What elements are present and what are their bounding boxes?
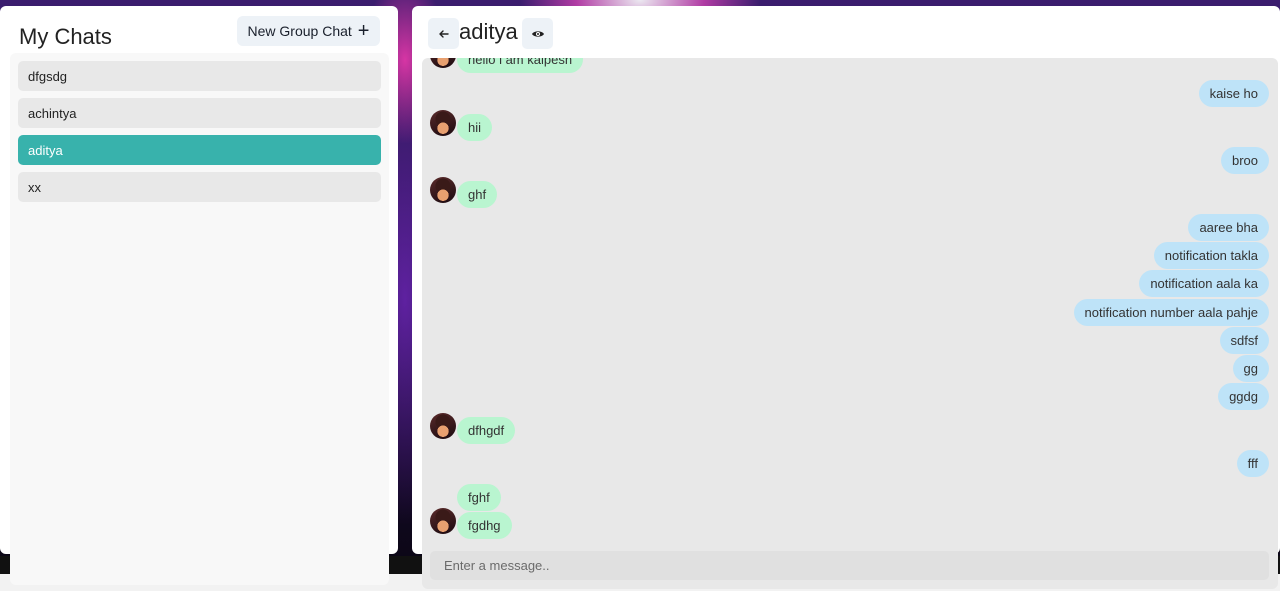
chat-list-item[interactable]: dfgsdg — [18, 61, 381, 91]
chat-list: dfgsdg achintya aditya xx — [10, 53, 389, 585]
back-button[interactable] — [428, 18, 459, 49]
view-profile-button[interactable] — [522, 18, 553, 49]
message-row: broo — [422, 147, 1278, 174]
message-row: fgdhg — [422, 508, 1278, 539]
new-group-chat-button[interactable]: New Group Chat + — [237, 16, 380, 46]
sender-avatar[interactable] — [430, 110, 456, 136]
new-group-chat-label: New Group Chat — [247, 23, 352, 39]
sent-message-bubble: notification takla — [1153, 242, 1269, 269]
received-message-bubble: ghf — [457, 181, 498, 208]
sent-message-bubble: notification aala ka — [1139, 270, 1269, 297]
chat-list-item[interactable]: xx — [18, 172, 381, 202]
message-row: ggdg — [422, 383, 1278, 410]
arrow-left-icon — [438, 29, 449, 38]
sender-avatar[interactable] — [430, 413, 456, 439]
chat-title: aditya — [459, 19, 518, 44]
chat-list-item[interactable]: achintya — [18, 98, 381, 128]
eye-icon — [531, 30, 544, 37]
message-row: dfhgdf — [422, 413, 1278, 444]
message-row: ghf — [422, 177, 1278, 208]
received-message-bubble: hii — [457, 114, 493, 141]
messages-area[interactable]: hello i am kalpesh kaise ho hii broo ghf aare… — [422, 58, 1278, 589]
message-row: hii — [422, 110, 1278, 141]
sent-message-bubble: notification number aala pahje — [1073, 299, 1269, 326]
plus-icon: + — [357, 20, 370, 42]
sender-avatar[interactable] — [430, 177, 456, 203]
message-row: gg — [422, 355, 1278, 382]
message-row: fff — [422, 450, 1278, 477]
chat-list-item[interactable]: aditya — [18, 135, 381, 165]
message-row: aaree bha — [422, 214, 1278, 241]
message-input[interactable] — [430, 551, 1269, 580]
message-row: hello i am kalpesh — [422, 58, 1278, 73]
sent-message-bubble: aaree bha — [1188, 214, 1269, 241]
message-row: notification takla — [422, 242, 1278, 269]
sent-message-bubble: fff — [1236, 450, 1269, 477]
sent-message-bubble: sdfsf — [1219, 327, 1269, 354]
sent-message-bubble: broo — [1220, 147, 1269, 174]
message-row: notification aala ka — [422, 270, 1278, 297]
message-row: kaise ho — [422, 80, 1278, 107]
received-message-bubble: hello i am kalpesh — [457, 58, 584, 73]
sent-message-bubble: kaise ho — [1198, 80, 1269, 107]
received-message-bubble: fghf — [457, 484, 501, 511]
sender-avatar[interactable] — [430, 508, 456, 534]
sent-message-bubble: gg — [1232, 355, 1269, 382]
my-chats-title: My Chats — [19, 24, 112, 49]
received-message-bubble: dfhgdf — [457, 417, 516, 444]
message-row: notification number aala pahje — [422, 299, 1278, 326]
received-message-bubble: fgdhg — [457, 512, 512, 539]
sent-message-bubble: ggdg — [1218, 383, 1269, 410]
message-row: fghf — [422, 484, 1278, 511]
message-row: sdfsf — [422, 327, 1278, 354]
sender-avatar[interactable] — [430, 58, 456, 68]
